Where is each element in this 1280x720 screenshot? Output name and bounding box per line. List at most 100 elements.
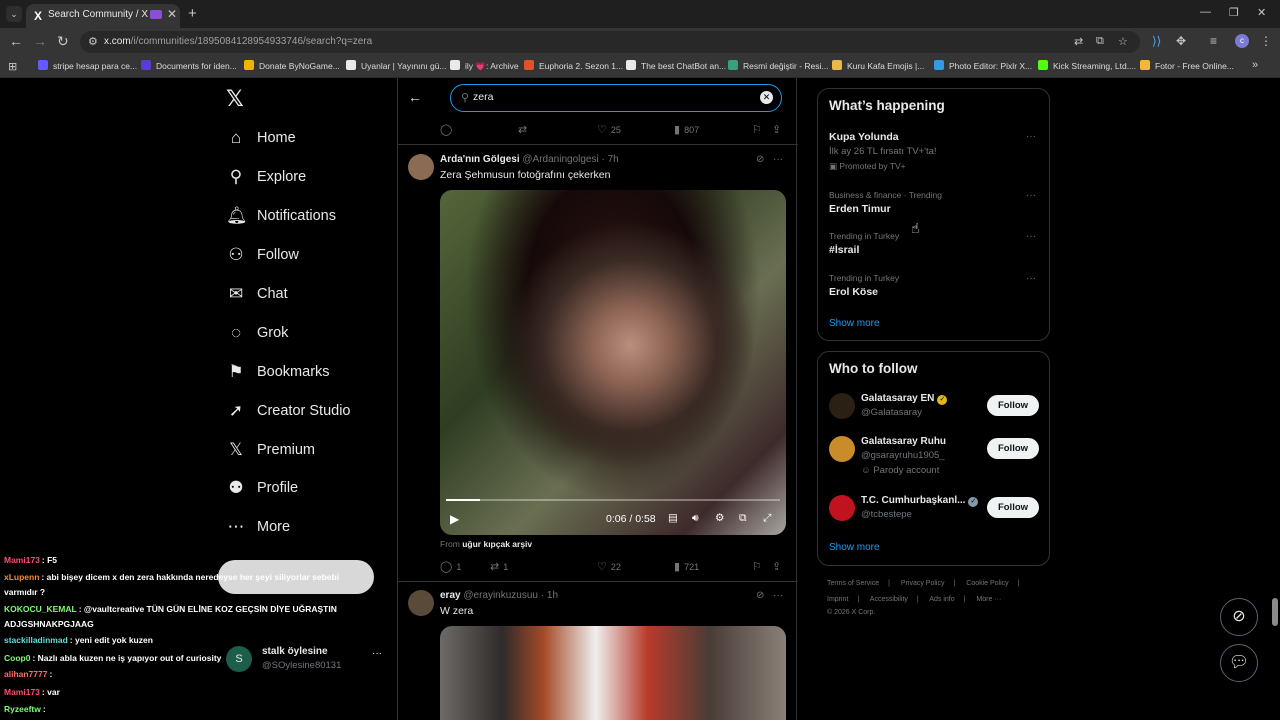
nav-item-chat[interactable]: ✉ Chat [226, 279, 288, 309]
avatar[interactable] [829, 436, 855, 462]
trend-title[interactable]: Erden Timur [829, 203, 891, 215]
follow-button[interactable]: Follow [987, 395, 1039, 416]
page-scrollbar[interactable] [1270, 78, 1280, 720]
bookmark-item[interactable]: Kuru Kafa Emojis |... [832, 60, 924, 74]
pip-icon[interactable]: ⧉ [739, 512, 747, 525]
nav-item-more[interactable]: ⋯ More [226, 512, 291, 542]
show-more-link[interactable]: Show more [829, 542, 880, 553]
footer-link[interactable]: Cookie Policy [966, 580, 1008, 587]
grok-icon[interactable]: ⊘ [756, 154, 764, 165]
account-name[interactable]: T.C. Cumhurbaşkanl... ✓ [861, 495, 979, 507]
video-source[interactable]: From uğur kıpçak arşiv [440, 539, 532, 549]
avatar[interactable] [829, 393, 855, 419]
chat-username[interactable]: stackilladinmad [4, 635, 68, 645]
video-progress-bar[interactable] [446, 499, 780, 501]
nav-item-home[interactable]: ⌂ Home [226, 123, 296, 153]
more-icon[interactable]: ··· [1026, 273, 1036, 284]
new-tab-icon[interactable]: + [188, 5, 197, 22]
url-text[interactable]: x.com/i/communities/1895084128954933746/… [104, 36, 372, 47]
views-button[interactable]: ▮ 721 [674, 560, 699, 573]
chat-username[interactable]: xLupenn [4, 572, 39, 582]
play-icon[interactable]: ▶ [450, 512, 459, 526]
trend-title[interactable]: #İsrail [829, 244, 859, 256]
bookmark-item[interactable]: ily 💗: Archive [450, 60, 519, 74]
nav-item-grok[interactable]: ◌ Grok [226, 318, 288, 348]
site-info-icon[interactable]: ⚙ [88, 35, 98, 48]
tab-close-icon[interactable]: ✕ [167, 7, 177, 21]
chat-fab-icon[interactable]: 💬︎ [1220, 644, 1258, 682]
chat-username[interactable]: alihan7777 [4, 669, 47, 679]
trend-title[interactable]: Erol Köse [829, 286, 878, 298]
grok-fab-icon[interactable]: ⊘ [1220, 598, 1258, 636]
bookmark-item[interactable]: The best ChatBot an... [626, 60, 726, 74]
nav-item-explore[interactable]: ⚲ Explore [226, 162, 306, 192]
install-app-icon[interactable]: ⧉ [1096, 35, 1104, 48]
bookmark-star-icon[interactable]: ☆ [1118, 35, 1128, 48]
nav-item-follow[interactable]: ⚇ Follow [226, 240, 299, 270]
share-button[interactable]: ⇪ [772, 560, 785, 573]
more-icon[interactable]: ··· [773, 590, 783, 601]
repost-button[interactable]: ⇄ [518, 123, 531, 136]
chat-username[interactable]: Mami173 [4, 555, 40, 565]
chat-username[interactable]: Coop0 [4, 653, 30, 663]
footer-link[interactable]: Ads info [929, 596, 954, 603]
close-window-icon[interactable]: ✕ [1257, 6, 1266, 19]
browser-menu-icon[interactable]: ⋮ [1260, 34, 1272, 48]
show-more-link[interactable]: Show more [829, 318, 880, 329]
bookmark-button[interactable]: ⚐ [752, 123, 766, 136]
nav-item-bookmarks[interactable]: ⚑ Bookmarks [226, 357, 329, 387]
chat-username[interactable]: KOKOCU_KEMAL [4, 604, 77, 614]
profile-avatar[interactable]: c [1235, 34, 1249, 48]
nav-item-premium[interactable]: 𝕏 Premium [226, 435, 315, 465]
post-author[interactable]: Arda'nın Gölgesi @Ardaningolgesi · 7h [440, 154, 619, 165]
bookmark-item[interactable]: Uyanlar | Yayınını gü... [346, 60, 447, 74]
clear-search-icon[interactable]: ✕ [760, 91, 773, 104]
bookmark-item[interactable]: stripe hesap para ce... [38, 60, 137, 74]
account-name[interactable]: Galatasaray Ruhu [861, 436, 946, 447]
captions-icon[interactable]: ▤ [668, 512, 678, 524]
like-button[interactable]: ♡ 25 [597, 123, 621, 136]
more-icon[interactable]: ··· [773, 154, 783, 165]
minimize-icon[interactable]: — [1200, 6, 1211, 18]
more-icon[interactable]: ··· [372, 648, 382, 659]
footer-link[interactable]: Accessibility [870, 596, 908, 603]
avatar[interactable] [408, 590, 434, 616]
trend-title[interactable]: Kupa Yolunda [829, 131, 899, 143]
apps-grid-icon[interactable]: ⊞ [8, 60, 17, 73]
extension-icon[interactable]: ⟩⟩ [1152, 34, 1161, 48]
repost-button[interactable]: ⇄ 1 [490, 560, 508, 573]
x-logo-icon[interactable]: 𝕏 [226, 86, 244, 112]
post-author[interactable]: eray @erayinkuzusuu · 1h [440, 590, 558, 601]
search-bar[interactable]: ⚲ ✕ [450, 84, 782, 112]
like-button[interactable]: ♡ 22 [597, 560, 621, 573]
footer-link[interactable]: Privacy Policy [901, 580, 945, 587]
address-bar[interactable]: ⚙ x.com/i/communities/189508412895493374… [80, 31, 1140, 53]
views-button[interactable]: ▮ 807 [674, 123, 699, 136]
post-media[interactable] [440, 626, 786, 720]
avatar[interactable] [829, 495, 855, 521]
restore-icon[interactable]: ❐ [1229, 6, 1239, 19]
back-icon[interactable]: ← [9, 33, 23, 49]
bookmark-button[interactable]: ⚐ [752, 560, 766, 573]
bookmark-item[interactable]: Resmi değiştir - Resi... [728, 60, 829, 74]
more-icon[interactable]: ··· [1026, 231, 1036, 242]
video-player[interactable]: ▶ 0:06 / 0:58 ▤ 🔊︎ ⚙ ⧉ ⤢ [440, 190, 786, 535]
bookmark-item[interactable]: Photo Editor: Pixlr X... [934, 60, 1032, 74]
forward-icon[interactable]: → [33, 33, 47, 49]
browser-tab-active[interactable]: X Search Community / X ✕ [26, 4, 180, 28]
share-button[interactable]: ⇪ [772, 123, 785, 136]
footer-link[interactable]: More ··· [976, 596, 1001, 603]
avatar[interactable] [408, 154, 434, 180]
bookmark-item[interactable]: Fotor - Free Online... [1140, 60, 1234, 74]
footer-link[interactable]: Imprint [827, 596, 848, 603]
grok-icon[interactable]: ⊘ [756, 590, 764, 601]
chat-username[interactable]: Mami173 [4, 687, 40, 697]
scrollbar-thumb[interactable] [1272, 598, 1278, 626]
extensions-puzzle-icon[interactable]: ✥ [1176, 34, 1186, 48]
bookmark-item[interactable]: Kick Streaming, Ltd.... [1038, 60, 1136, 74]
account-switcher[interactable]: S stalk öylesine @SOylesine80131 ··· [226, 644, 386, 672]
bookmark-item[interactable]: Documents for iden... [141, 60, 237, 74]
follow-button[interactable]: Follow [987, 438, 1039, 459]
nav-item-creator-studio[interactable]: ➚ Creator Studio [226, 396, 351, 426]
bookmark-item[interactable]: Euphoria 2. Sezon 1... [524, 60, 623, 74]
